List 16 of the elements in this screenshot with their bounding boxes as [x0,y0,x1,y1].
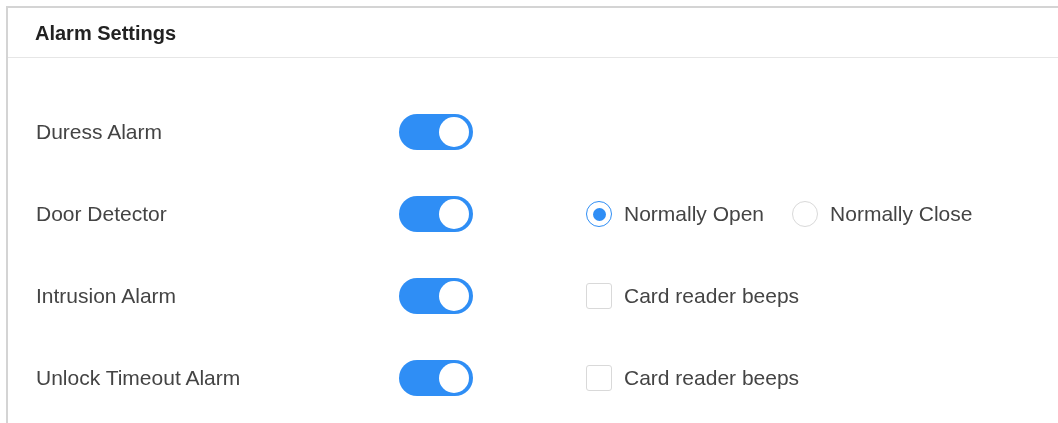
setting-label: Duress Alarm [35,119,164,146]
checkbox-label: Card reader beeps [624,283,800,310]
toggle-switch[interactable] [399,278,473,314]
toggle-switch[interactable] [399,360,473,396]
radio-button[interactable] [586,201,612,227]
option-label: Normally Close [830,201,973,228]
toggle-switch[interactable] [399,114,473,150]
checkbox[interactable] [586,283,612,309]
checkbox-label: Card reader beeps [624,365,800,392]
setting-label: Intrusion Alarm [35,283,178,310]
setting-label: Door Detector [35,201,168,228]
checkbox[interactable] [586,365,612,391]
panel-title: Alarm Settings [35,20,177,46]
toggle-switch[interactable] [399,196,473,232]
setting-label: Unlock Timeout Alarm [35,365,242,392]
option-label: Normally Open [624,201,765,228]
